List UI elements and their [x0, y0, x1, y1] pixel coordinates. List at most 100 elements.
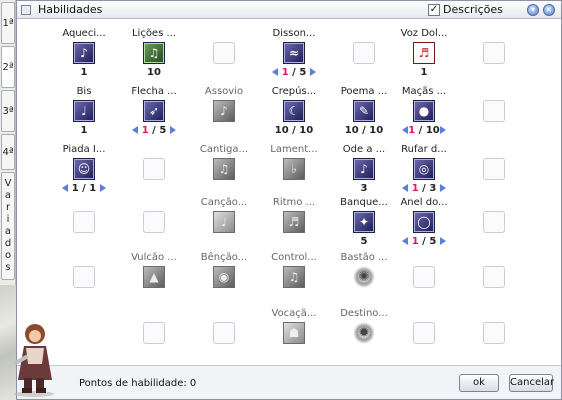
skill-slot[interactable]: Crepús... ☾ 10 / 10 [259, 78, 329, 136]
skill-grid: Aqueci... ♪ 1 Lições ... ♫ 10 Disson... … [17, 20, 561, 365]
ode-icon[interactable]: ♪ [353, 158, 375, 180]
skill-level: 1 [80, 125, 88, 136]
volcano-icon[interactable]: ▲ [143, 266, 165, 288]
tab-label: 3ª [2, 105, 14, 117]
ring-icon[interactable]: ◯ [413, 211, 435, 233]
skill-points-label: Pontos de habilidade: 0 [79, 378, 197, 389]
music-note-icon[interactable]: ♬ [413, 42, 435, 64]
skill-level-max: 10 [425, 125, 440, 136]
destiny-icon[interactable]: ✹ [353, 322, 375, 344]
joke-icon[interactable]: ☺ [73, 158, 95, 180]
skill-slot[interactable]: Disson... ≈ 1 / 5 [259, 20, 329, 78]
tab-1st[interactable]: 1ª [1, 2, 15, 44]
increase-level-icon[interactable] [100, 184, 106, 192]
title-bar[interactable]: Habilidades ✓ Descrições ▾ × [17, 1, 561, 19]
skill-slot[interactable]: Canção... ♩ [189, 189, 259, 245]
skill-name: Piada I... [62, 144, 106, 155]
skill-name: Flecha ... [131, 86, 177, 97]
skill-slot[interactable]: Bis ♩ 1 [49, 78, 119, 136]
skill-level-current: 1 [141, 125, 149, 136]
empty-skill-slot [143, 322, 165, 344]
skill-name: Bis [76, 86, 92, 97]
skill-level: 10 [147, 67, 161, 78]
skill-slot[interactable]: Vocaçã... ☗ [259, 300, 329, 356]
lament-icon[interactable]: ♭ [283, 158, 305, 180]
skill-name: Rufar d... [401, 144, 447, 155]
skill-slot[interactable]: Assovio ♪ [189, 78, 259, 134]
control-icon[interactable]: ♫ [283, 266, 305, 288]
increase-level-icon[interactable] [310, 68, 316, 76]
encore-icon[interactable]: ♩ [73, 100, 95, 122]
empty-skill-slot [213, 42, 235, 64]
descriptions-label: Descrições [443, 3, 503, 16]
skill-name: Bastão ... [340, 252, 388, 263]
skill-name: Cantiga... [199, 144, 249, 155]
empty-skill-slot [143, 158, 165, 180]
empty-skill-slot [483, 266, 505, 288]
lesson-icon[interactable]: ♫ [143, 42, 165, 64]
whistle-icon[interactable]: ♪ [213, 100, 235, 122]
canticle-icon[interactable]: ♩ [213, 211, 235, 233]
skill-slot[interactable]: Piada I... ☺ 1 / 1 [49, 136, 119, 194]
skill-level-separator: / [288, 67, 300, 78]
staff-icon[interactable]: ✺ [353, 266, 375, 288]
tab-4th[interactable]: 4ª [1, 134, 15, 170]
arrow-icon[interactable]: ➶ [143, 100, 165, 122]
note-icon[interactable]: ♪ [73, 42, 95, 64]
skill-slot[interactable]: Ritmo ... ♬ [259, 189, 329, 245]
skill-name: Ritmo ... [272, 197, 316, 208]
increase-level-icon[interactable] [440, 237, 446, 245]
empty-skill-slot [413, 322, 435, 344]
skill-slot[interactable]: Vulcão ... ▲ [119, 244, 189, 300]
twilight-icon[interactable]: ☾ [283, 100, 305, 122]
skill-slot[interactable]: Lições ... ♫ 10 [119, 20, 189, 78]
skill-level-separator: / [148, 125, 160, 136]
tab-variados[interactable]: Variados [1, 172, 15, 280]
increase-level-icon[interactable] [170, 126, 176, 134]
song-icon[interactable]: ♫ [213, 158, 235, 180]
skill-level: 1 / 5 [259, 67, 329, 78]
close-icon[interactable]: × [543, 4, 555, 16]
skill-level: 1 / 1 [71, 183, 97, 194]
skill-slot[interactable]: Cantiga... ♫ [189, 136, 259, 192]
skill-slot[interactable]: Control... ♫ [259, 244, 329, 300]
skill-name: Vocaçã... [271, 308, 317, 319]
tab-2nd[interactable]: 2ª [1, 46, 15, 88]
drum-icon[interactable]: ◎ [413, 158, 435, 180]
skill-slot[interactable]: Anel do... ◯ 1 / 5 [389, 189, 459, 247]
skill-name: Aqueci... [62, 28, 106, 39]
skill-slot[interactable]: Flecha ... ➶ 1 / 5 [119, 78, 189, 136]
skill-level: 1 / 10 [389, 125, 459, 136]
tab-label: Variados [2, 178, 14, 274]
skill-slot[interactable]: Rufar d... ◎ 1 / 3 [389, 136, 459, 194]
skill-slot[interactable]: Lament... ♭ [259, 136, 329, 192]
skill-slot[interactable]: Bênção... ◉ [189, 244, 259, 300]
ok-button[interactable]: ok [459, 374, 499, 392]
empty-skill-slot [483, 42, 505, 64]
cancel-button[interactable]: Cancelar [509, 374, 554, 392]
skill-name: Maçãs ... [401, 86, 447, 97]
skill-slot[interactable]: Aqueci... ♪ 1 [49, 20, 119, 78]
skill-level: 1 / 5 [389, 236, 459, 247]
minimize-icon[interactable]: ▾ [527, 4, 539, 16]
dissonance-icon[interactable]: ≈ [283, 42, 305, 64]
skill-slot[interactable]: Voz Dol... ♬ 1 [389, 20, 459, 78]
rhythm-icon[interactable]: ♬ [283, 211, 305, 233]
apple-icon[interactable]: ● [413, 100, 435, 122]
tab-label: 2ª [2, 61, 14, 73]
skill-name: Bênção... [200, 252, 248, 263]
skill-name: Disson... [272, 28, 316, 39]
blessing-icon[interactable]: ◉ [213, 266, 235, 288]
skill-slot[interactable]: Destino... ✹ [329, 300, 399, 356]
vocation-icon[interactable]: ☗ [283, 322, 305, 344]
skill-slot[interactable]: Maçãs ... ● 1 / 10 [389, 78, 459, 136]
empty-skill-slot [483, 100, 505, 122]
banquet-icon[interactable]: ✦ [353, 211, 375, 233]
increase-level-icon[interactable] [440, 126, 446, 134]
descriptions-checkbox[interactable]: ✓ [428, 4, 440, 16]
skill-level-max: 5 [429, 236, 437, 247]
skill-slot[interactable]: Bastão ... ✺ [329, 244, 399, 300]
poem-icon[interactable]: ✎ [353, 100, 375, 122]
skill-name: Anel do... [400, 197, 448, 208]
tab-3rd[interactable]: 3ª [1, 90, 15, 132]
